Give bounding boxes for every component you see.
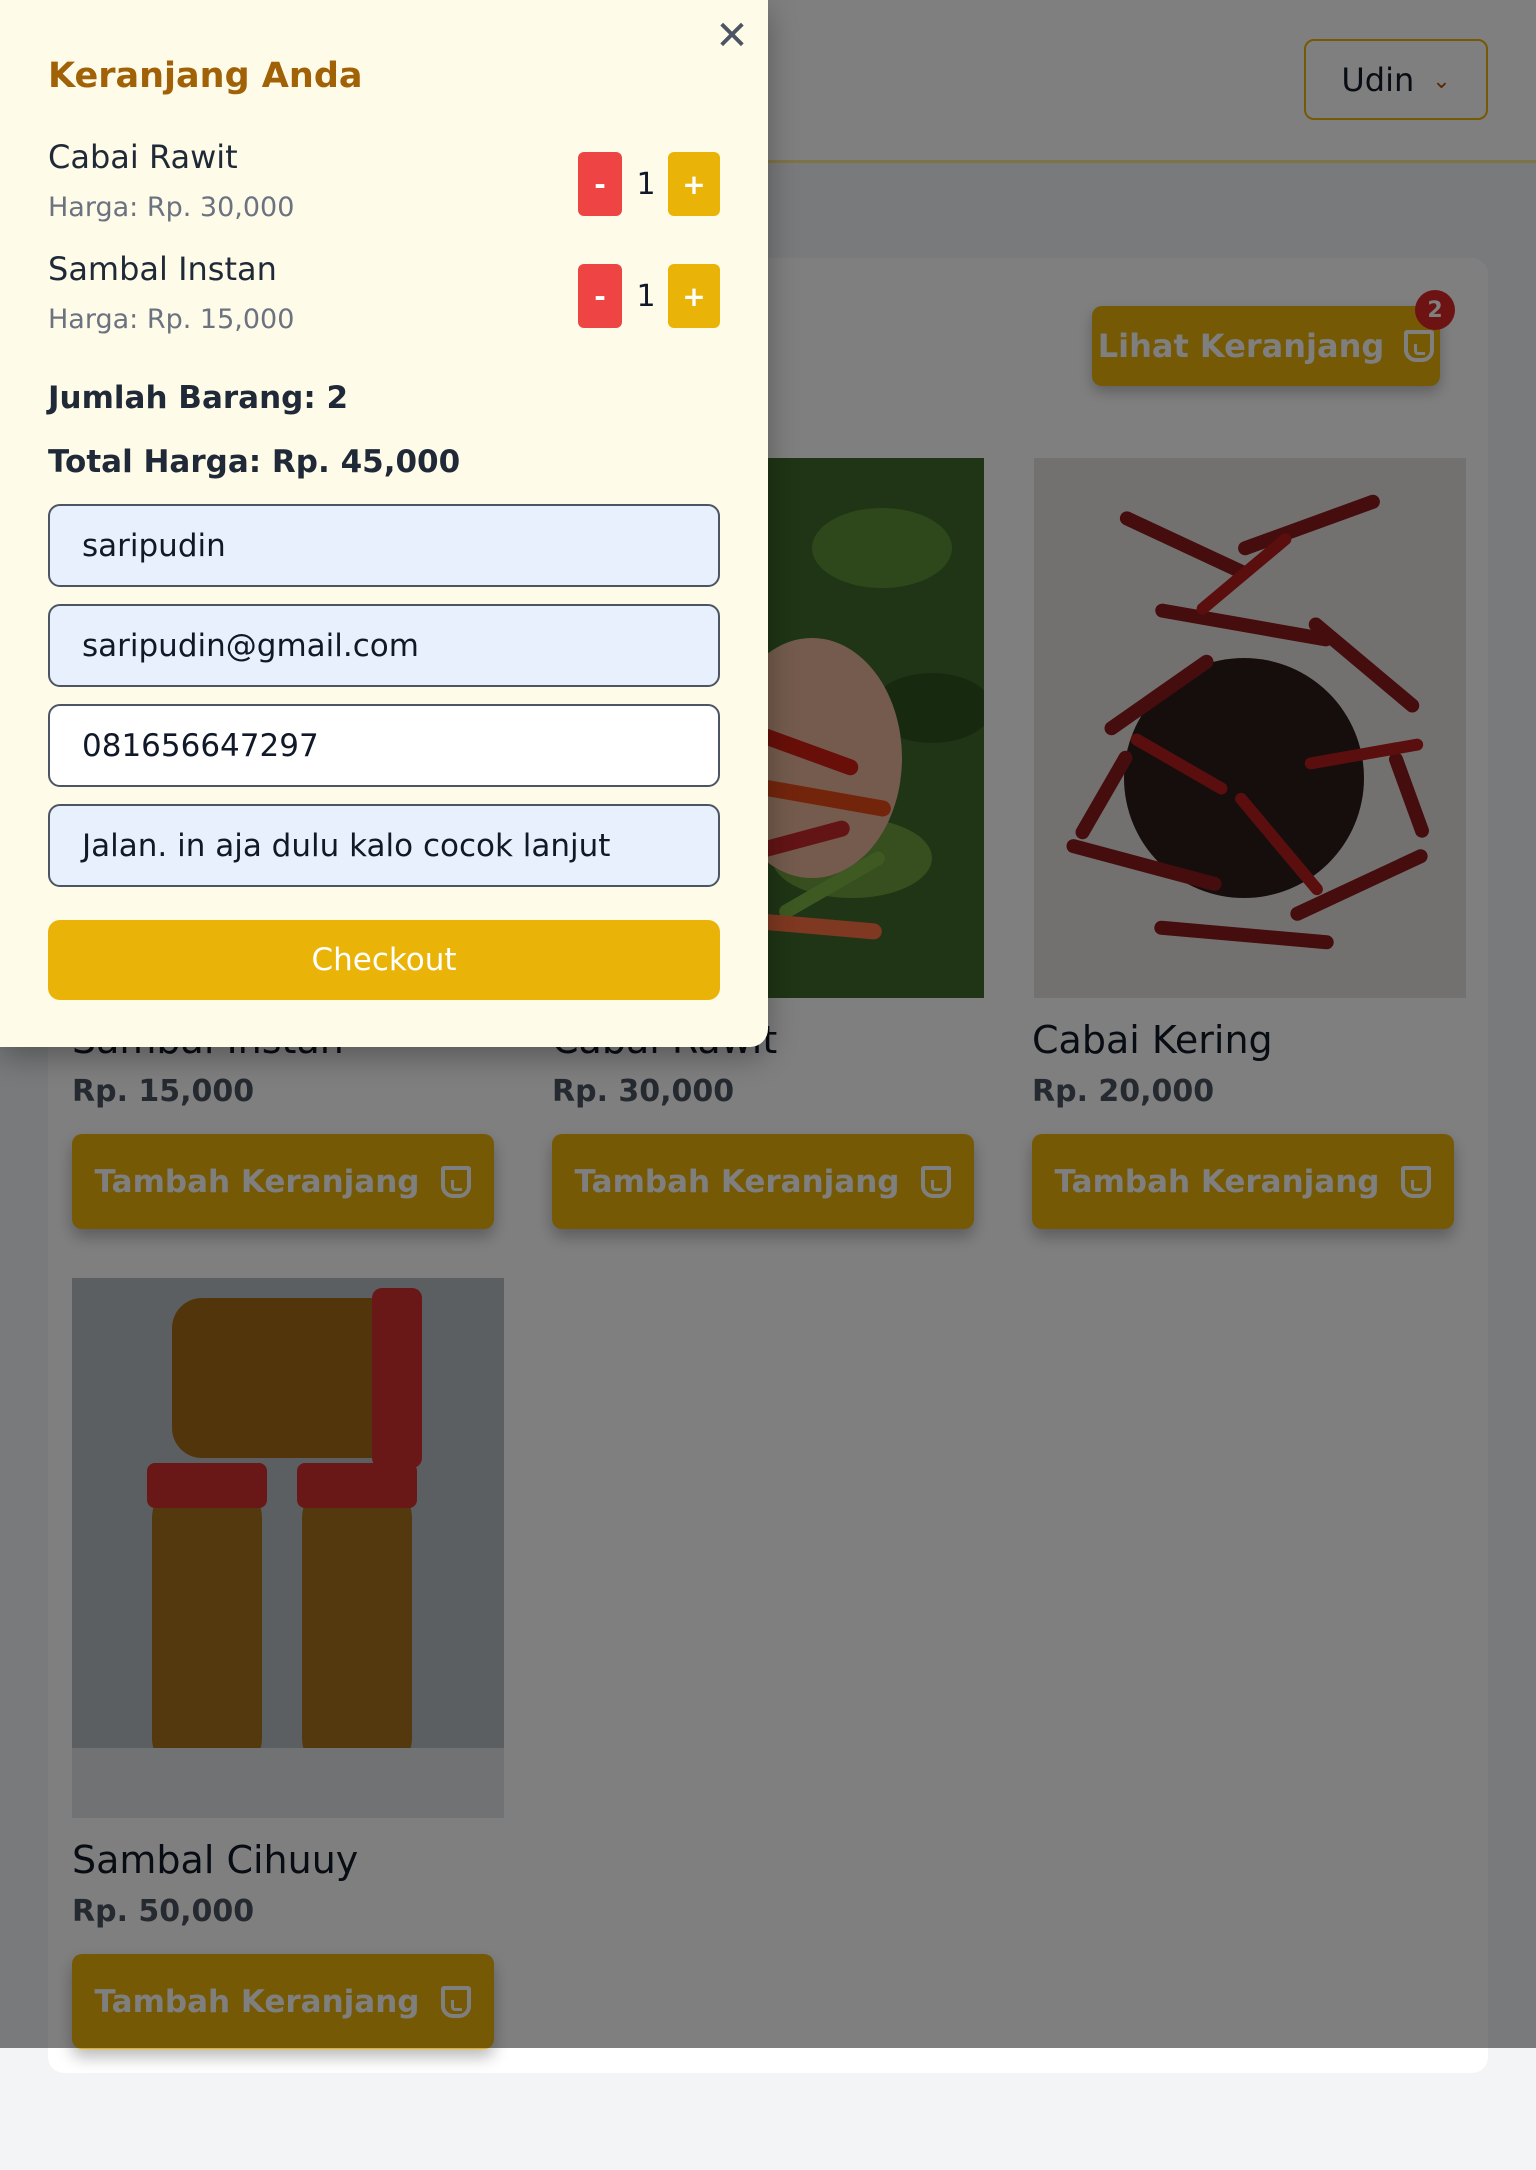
cart-item-qty: 1 (636, 278, 656, 314)
name-field[interactable]: saripudin (48, 504, 720, 587)
cart-item-qty: 1 (636, 166, 656, 202)
cart-item-name: Cabai Rawit (48, 138, 238, 176)
increase-qty-button[interactable]: + (668, 152, 720, 216)
decrease-qty-button[interactable]: - (578, 152, 622, 216)
checkout-button[interactable]: Checkout (48, 920, 720, 1000)
phone-field[interactable]: 081656647297 (48, 704, 720, 787)
total-items: Jumlah Barang: 2 (48, 380, 349, 416)
cart-item-name: Sambal Instan (48, 250, 277, 288)
modal-title: Keranjang Anda (48, 56, 363, 96)
cart-modal: ✕ Keranjang Anda Cabai Rawit Harga: Rp. … (0, 0, 768, 1047)
total-price: Total Harga: Rp. 45,000 (48, 444, 461, 480)
close-icon[interactable]: ✕ (714, 14, 750, 58)
email-field[interactable]: saripudin@gmail.com (48, 604, 720, 687)
cart-item-price: Harga: Rp. 30,000 (48, 192, 295, 223)
cart-item-price: Harga: Rp. 15,000 (48, 304, 295, 335)
address-field[interactable]: Jalan. in aja dulu kalo cocok lanjut (48, 804, 720, 887)
increase-qty-button[interactable]: + (668, 264, 720, 328)
decrease-qty-button[interactable]: - (578, 264, 622, 328)
